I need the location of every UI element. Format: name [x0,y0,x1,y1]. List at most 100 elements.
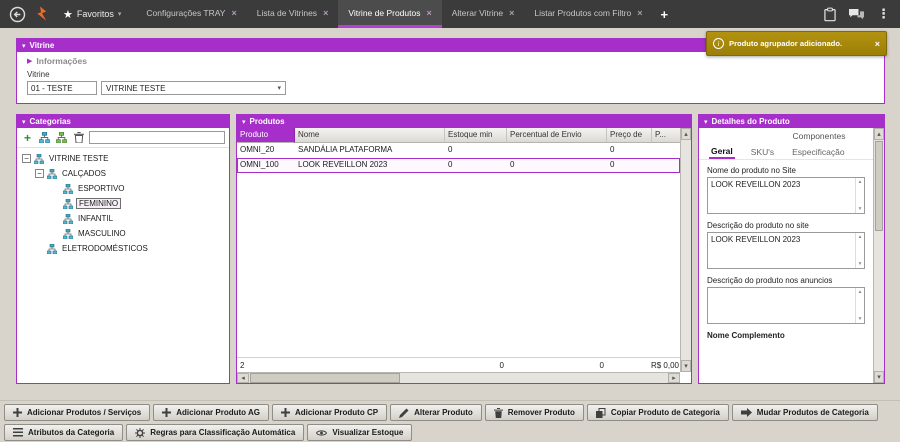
categories-panel-header[interactable]: ▾ Categorias [17,115,229,128]
delete-category-icon[interactable] [72,131,85,144]
vitrine-field-label: Vitrine [27,70,50,79]
table-row-selected[interactable]: OMNI_100 LOOK REVEILLON 2023 0 0 0 [237,158,680,173]
tree-item-calcados[interactable]: − CALÇADOS [19,166,227,181]
textarea-scrollbar[interactable]: ▴ ▾ [855,233,864,268]
view-stock-button[interactable]: Visualizar Estoque [307,424,413,441]
category-attributes-button[interactable]: Atributos da Categoria [4,424,124,441]
tab-skus[interactable]: SKU's [749,146,776,158]
clipboard-icon[interactable] [824,7,836,22]
products-panel-header[interactable]: ▾ Produtos [237,115,691,128]
chat-icon[interactable] [848,8,865,21]
tree-item-label: VITRINE TESTE [49,154,109,163]
button-label: Adicionar Produtos / Serviços [27,408,142,417]
tab-configuracoes-tray[interactable]: Configurações TRAY × [136,0,246,28]
category-tree-icon[interactable] [38,131,51,144]
column-header-produto[interactable]: Produto [237,128,295,143]
scroll-down-icon[interactable]: ▾ [859,261,862,267]
details-panel-header[interactable]: ▾ Detalhes do Produto [699,115,884,128]
collapse-toggle-icon[interactable]: − [22,154,31,163]
auto-classification-rules-button[interactable]: Regras para Classificação Automática [126,424,305,441]
new-tab-button[interactable]: + [652,0,676,28]
toast-close-icon[interactable]: × [875,39,880,49]
column-header-nome[interactable]: Nome [295,128,445,143]
field-label: Descrição do produto no site [707,221,809,230]
tree-item-eletrodomesticos[interactable]: ELETRODOMÉSTICOS [19,241,227,256]
vitrine-name-select[interactable]: VITRINE TESTE ▾ [101,81,286,95]
category-icon [34,153,44,164]
vitrine-code-input[interactable] [27,81,97,95]
scroll-down-icon[interactable]: ▾ [859,206,862,212]
close-icon[interactable]: × [231,8,236,18]
cell-preco-de: 0 [610,160,615,169]
tab-lista-de-vitrines[interactable]: Lista de Vitrines × [247,0,339,28]
tree-item-esportivo[interactable]: ESPORTIVO [19,181,227,196]
scroll-down-icon[interactable]: ▾ [874,371,884,383]
add-product-cp-button[interactable]: Adicionar Produto CP [271,404,388,421]
move-products-category-button[interactable]: Mudar Produtos de Categoria [731,404,878,421]
textarea-scrollbar[interactable]: ▴ ▾ [855,288,864,323]
tab-componentes[interactable]: Componentes [791,130,848,142]
collapse-icon: ▾ [22,118,26,126]
textarea-scrollbar[interactable]: ▴ ▾ [855,178,864,213]
tree-item-feminino[interactable]: FEMININO [19,196,227,211]
informacoes-section-toggle[interactable]: ▶ Informações [27,56,874,66]
favorites-menu[interactable]: ★ Favoritos ▾ [57,8,127,21]
tab-listar-produtos-com-filtro[interactable]: Listar Produtos com Filtro × [524,0,652,28]
scroll-up-icon[interactable]: ▴ [859,179,862,185]
close-icon[interactable]: × [509,8,514,18]
copy-product-category-button[interactable]: Copiar Produto de Categoria [586,404,729,421]
column-header-p[interactable]: P... [652,128,680,143]
scrollbar-thumb[interactable] [875,141,883,231]
scroll-down-icon[interactable]: ▾ [859,316,862,322]
scroll-up-icon[interactable]: ▴ [681,128,691,140]
tab-geral[interactable]: Geral [709,145,735,159]
remove-product-button[interactable]: Remover Produto [484,404,584,421]
details-vertical-scrollbar[interactable]: ▴ ▾ [873,128,884,383]
scroll-left-icon[interactable]: ◂ [237,373,249,383]
category-tree: − VITRINE TESTE − CALÇADOS ESPORTIVO FEM… [17,148,229,259]
tab-especificacao[interactable]: Especificação [790,146,846,158]
close-icon[interactable]: × [323,8,328,18]
tree-item-masculino[interactable]: MASCULINO [19,226,227,241]
tree-item-vitrine-teste[interactable]: − VITRINE TESTE [19,151,227,166]
plus-icon [162,408,172,417]
collapse-toggle-icon[interactable]: − [35,169,44,178]
column-header-percentual-envio[interactable]: Percentual de Envio [507,128,607,143]
field-nome-do-produto-no-site: Nome do produto no Site LOOK REVEILLON 2… [707,166,865,214]
eye-icon [316,429,328,436]
button-label: Copiar Produto de Categoria [610,408,720,417]
add-product-ag-button[interactable]: Adicionar Produto AG [153,404,269,421]
cell-produto: OMNI_100 [240,160,279,169]
close-icon[interactable]: × [426,8,431,18]
button-label: Mudar Produtos de Categoria [756,408,869,417]
column-header-estoque-min[interactable]: Estoque min [445,128,507,143]
descricao-produto-anuncios-textarea[interactable] [708,288,864,323]
scrollbar-track[interactable] [874,232,884,371]
scroll-up-icon[interactable]: ▴ [859,234,862,240]
column-header-preco-de[interactable]: Preço de [607,128,652,143]
table-row[interactable]: OMNI_20 SANDÁLIA PLATAFORMA 0 0 [237,143,680,158]
add-category-icon[interactable]: + [21,131,34,145]
scroll-down-icon[interactable]: ▾ [681,360,691,372]
descricao-produto-site-textarea[interactable]: LOOK REVEILLON 2023 [708,233,864,268]
scrollbar-track[interactable] [401,373,668,383]
category-search-input[interactable] [89,131,225,144]
kebab-menu-icon[interactable]: ⋮ [877,6,890,22]
product-details-panel: ▾ Detalhes do Produto Componentes Geral … [698,114,885,384]
products-horizontal-scrollbar[interactable]: ◂ ▸ [237,372,680,383]
tree-item-infantil[interactable]: INFANTIL [19,211,227,226]
scroll-right-icon[interactable]: ▸ [668,373,680,383]
products-vertical-scrollbar[interactable]: ▴ ▾ [680,128,691,372]
nome-produto-site-textarea[interactable]: LOOK REVEILLON 2023 [708,178,864,213]
edit-product-button[interactable]: Alterar Produto [390,404,482,421]
tab-vitrine-de-produtos[interactable]: Vitrine de Produtos × [338,0,442,28]
close-icon[interactable]: × [637,8,642,18]
tab-alterar-vitrine[interactable]: Alterar Vitrine × [442,0,525,28]
tree-item-label: ESPORTIVO [78,184,125,193]
scroll-up-icon[interactable]: ▴ [874,128,884,140]
scrollbar-thumb[interactable] [250,373,400,383]
scroll-up-icon[interactable]: ▴ [859,289,862,295]
add-products-services-button[interactable]: Adicionar Produtos / Serviços [4,404,151,421]
back-icon[interactable] [9,6,26,23]
add-subcategory-icon[interactable] [55,131,68,144]
